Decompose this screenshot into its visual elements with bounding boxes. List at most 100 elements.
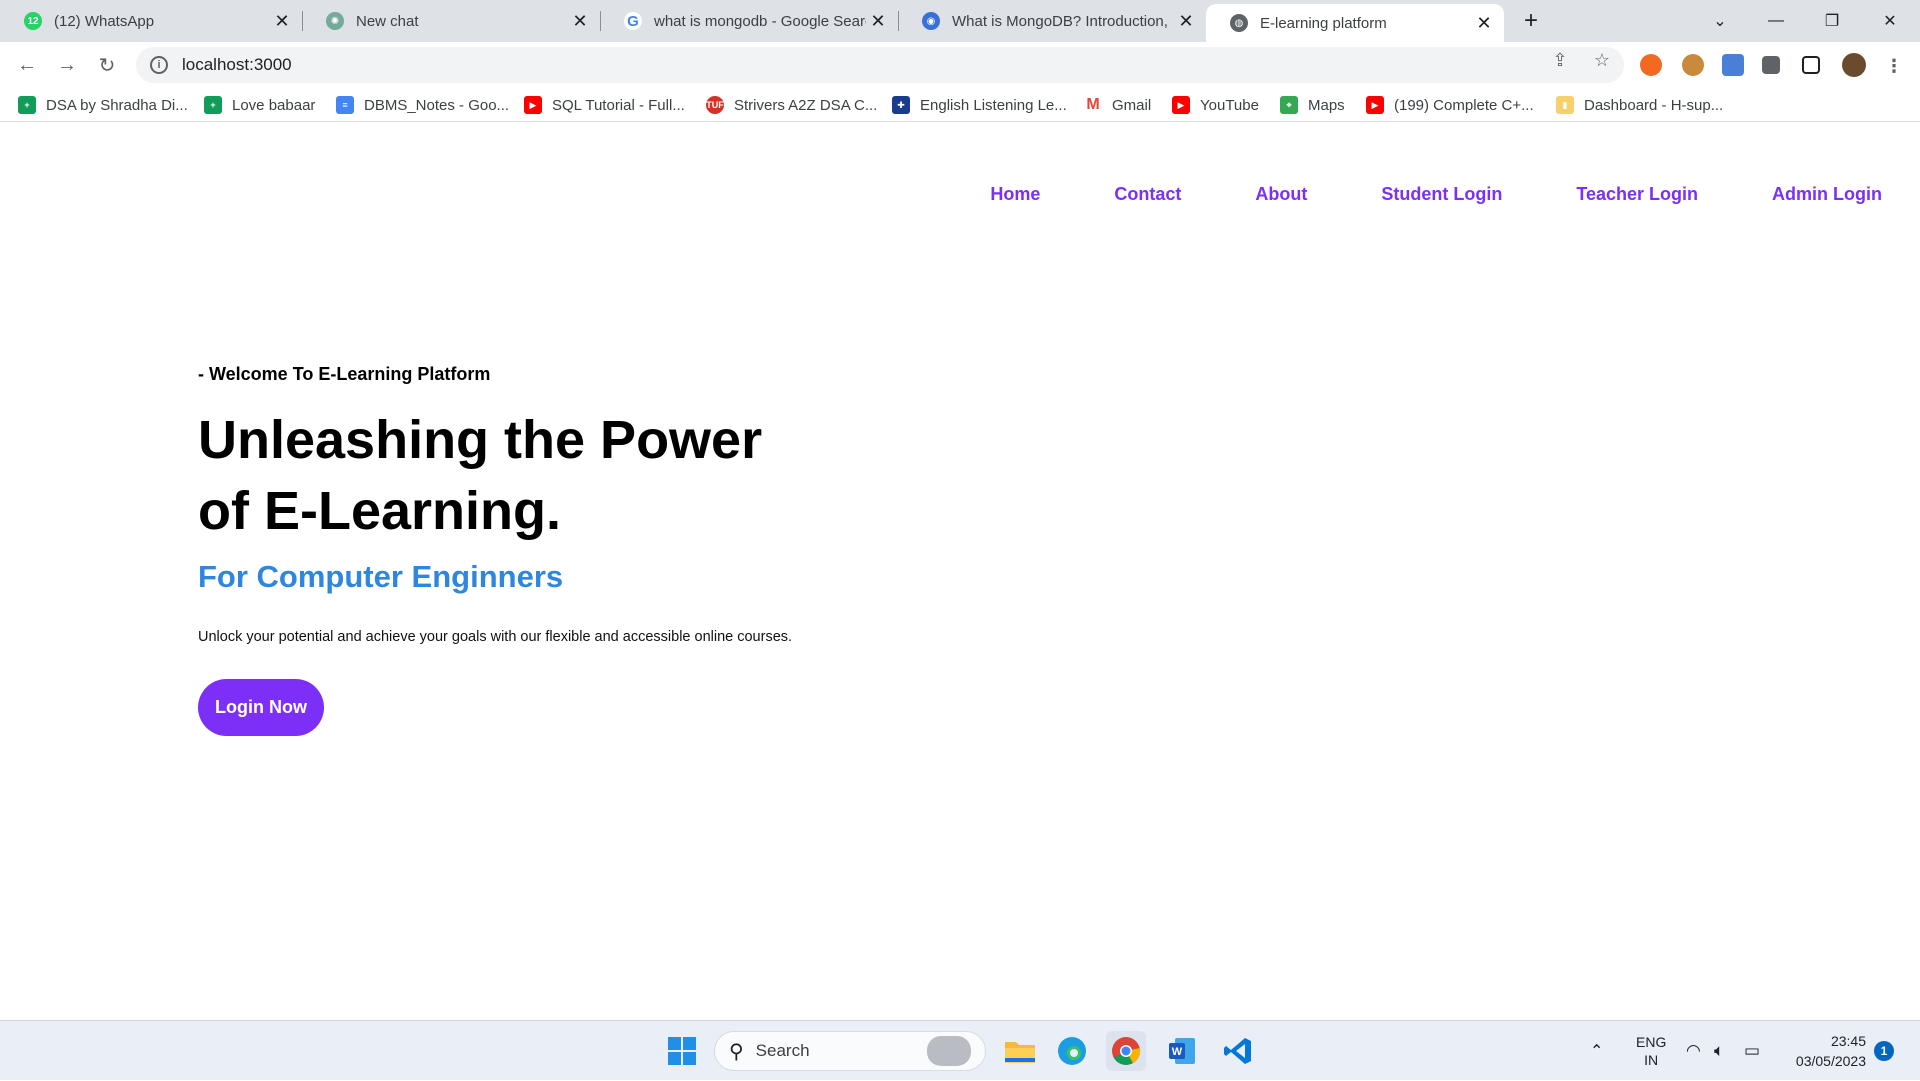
wifi-icon[interactable]: ◠ bbox=[1686, 1021, 1701, 1081]
hero-kicker: - Welcome To E-Learning Platform bbox=[198, 364, 491, 384]
tab-strip: 12 (12) WhatsApp ✕ ✺ New chat ✕ G what i… bbox=[0, 0, 1920, 42]
search-icon: ⚲ bbox=[729, 1040, 744, 1063]
cookie-extension-icon[interactable] bbox=[1682, 54, 1704, 76]
hero-section: - Welcome To E-Learning Platform Unleash… bbox=[198, 364, 798, 736]
bookmark-item[interactable]: ≡ DBMS_Notes - Goo... bbox=[336, 95, 509, 115]
kebab-menu-icon[interactable]: ⋮ bbox=[1884, 56, 1904, 76]
youtube-icon: ▶ bbox=[524, 96, 542, 114]
bookmark-label: Maps bbox=[1308, 96, 1345, 114]
extensions-puzzle-icon[interactable] bbox=[1762, 56, 1780, 74]
svg-text:W: W bbox=[1172, 1046, 1183, 1058]
tablet-extension-icon[interactable] bbox=[1722, 54, 1744, 76]
bookmarks-bar: + DSA by Shradha Di... + Love babaar ≡ D… bbox=[0, 88, 1920, 122]
nav-admin-login[interactable]: Admin Login bbox=[1772, 184, 1882, 205]
clock-time: 23:45 bbox=[1830, 1033, 1866, 1049]
whatsapp-icon: 12 bbox=[24, 12, 42, 30]
window-close-icon[interactable]: ✕ bbox=[1862, 0, 1918, 42]
tab-title: E-learning platform bbox=[1260, 14, 1387, 32]
start-windows-icon[interactable] bbox=[662, 1031, 702, 1071]
bookmark-item[interactable]: ✚ English Listening Le... bbox=[892, 95, 1067, 115]
forward-arrow-icon[interactable]: → bbox=[52, 50, 82, 80]
clock-date: 03/05/2023 bbox=[1795, 1053, 1866, 1069]
globe-icon: ◍ bbox=[1230, 14, 1248, 32]
bookmark-item[interactable]: + DSA by Shradha Di... bbox=[18, 95, 188, 115]
close-icon[interactable]: ✕ bbox=[866, 9, 890, 33]
notification-badge[interactable]: 1 bbox=[1874, 1021, 1894, 1081]
vscode-icon[interactable] bbox=[1218, 1031, 1258, 1071]
hero-subhead: For Computer Enginners bbox=[198, 559, 564, 594]
bookmark-label: Strivers A2Z DSA C... bbox=[734, 96, 878, 114]
tab-new-chat[interactable]: ✺ New chat ✕ bbox=[302, 0, 601, 42]
profile-avatar[interactable] bbox=[1842, 53, 1866, 77]
dashboard-icon: ▮ bbox=[1556, 96, 1574, 114]
region-code: IN bbox=[1644, 1052, 1659, 1068]
close-icon[interactable]: ✕ bbox=[1174, 9, 1198, 33]
close-icon[interactable]: ✕ bbox=[1472, 11, 1496, 35]
google-icon: G bbox=[624, 12, 642, 30]
bookmark-item[interactable]: ▮ Dashboard - H-sup... bbox=[1556, 95, 1723, 115]
file-explorer-icon[interactable] bbox=[1000, 1031, 1040, 1071]
bookmark-label: Gmail bbox=[1112, 96, 1152, 114]
back-arrow-icon[interactable]: ← bbox=[12, 50, 42, 80]
tab-elearning-platform[interactable]: ◍ E-learning platform ✕ bbox=[1206, 4, 1504, 42]
bookmark-star-icon[interactable]: ☆ bbox=[1592, 50, 1612, 70]
battery-icon[interactable]: ▭ bbox=[1744, 1021, 1760, 1081]
edge-browser-icon[interactable] bbox=[1052, 1031, 1092, 1071]
koala-search-highlight-icon bbox=[927, 1036, 971, 1066]
bookmark-label: DSA by Shradha Di... bbox=[46, 96, 188, 114]
restore-icon[interactable]: ❐ bbox=[1804, 0, 1860, 42]
maps-icon: ⌖ bbox=[1280, 96, 1298, 114]
tab-mongodb-intro[interactable]: ◉ What is MongoDB? Introduction, ✕ bbox=[898, 0, 1206, 42]
bookmark-item[interactable]: + Love babaar bbox=[204, 95, 315, 115]
bookmark-item[interactable]: ▶ (199) Complete C+... bbox=[1366, 95, 1534, 115]
nav-teacher-login[interactable]: Teacher Login bbox=[1576, 184, 1698, 205]
reload-icon[interactable]: ↻ bbox=[92, 50, 122, 80]
close-icon[interactable]: ✕ bbox=[568, 9, 592, 33]
tab-title: What is MongoDB? Introduction, bbox=[952, 12, 1168, 30]
extension-fox-icon[interactable] bbox=[1640, 54, 1662, 76]
taskbar-search[interactable]: ⚲ Search bbox=[714, 1031, 986, 1071]
address-bar[interactable]: i localhost:3000 bbox=[136, 47, 1624, 83]
language-indicator[interactable]: ENG IN bbox=[1636, 1021, 1666, 1081]
nav-home[interactable]: Home bbox=[990, 184, 1040, 205]
bookmark-label: DBMS_Notes - Goo... bbox=[364, 96, 510, 114]
docs-icon: ≡ bbox=[336, 96, 354, 114]
login-now-button[interactable]: Login Now bbox=[198, 679, 324, 736]
bookmark-item[interactable]: ▶ SQL Tutorial - Full... bbox=[524, 95, 685, 115]
minimize-icon[interactable]: — bbox=[1748, 0, 1804, 42]
uk-flag-icon: ✚ bbox=[892, 96, 910, 114]
windows-taskbar: ⚲ Search W ⌃ ENG IN ◠ 🔈︎ ▭ 23:45 03/05/2… bbox=[0, 1020, 1920, 1080]
new-tab-button[interactable]: + bbox=[1516, 6, 1546, 36]
webpage: Home Contact About Student Login Teacher… bbox=[0, 122, 1920, 1020]
taskbar-search-label: Search bbox=[755, 1041, 810, 1060]
clock[interactable]: 23:45 03/05/2023 bbox=[1786, 1021, 1866, 1081]
web-icon: ◉ bbox=[922, 12, 940, 30]
bookmark-item[interactable]: M Gmail bbox=[1084, 95, 1151, 115]
tab-title: (12) WhatsApp bbox=[54, 12, 155, 30]
nav-about[interactable]: About bbox=[1255, 184, 1307, 205]
youtube-icon: ▶ bbox=[1172, 96, 1190, 114]
tab-search-chevron-icon[interactable]: ⌄ bbox=[1692, 0, 1748, 42]
browser-toolbar: ← → ↻ i localhost:3000 ⇪ ☆ bbox=[0, 42, 1920, 88]
bookmark-item[interactable]: ▶ YouTube bbox=[1172, 95, 1259, 115]
bookmark-label: YouTube bbox=[1200, 96, 1259, 114]
tab-title: New chat bbox=[356, 12, 419, 30]
chrome-browser-icon[interactable] bbox=[1106, 1031, 1146, 1071]
gmail-icon: M bbox=[1084, 96, 1102, 114]
nav-student-login[interactable]: Student Login bbox=[1381, 184, 1502, 205]
side-panel-icon[interactable] bbox=[1802, 56, 1820, 74]
nav-contact[interactable]: Contact bbox=[1114, 184, 1181, 205]
word-icon[interactable]: W bbox=[1162, 1031, 1202, 1071]
bookmark-item[interactable]: TUF Strivers A2Z DSA C... bbox=[706, 95, 877, 115]
share-icon[interactable]: ⇪ bbox=[1550, 50, 1570, 70]
address-url[interactable]: localhost:3000 bbox=[182, 55, 292, 75]
bookmark-label: Dashboard - H-sup... bbox=[1584, 96, 1724, 114]
close-icon[interactable]: ✕ bbox=[270, 9, 294, 33]
sheets-icon: + bbox=[18, 96, 36, 114]
tab-whatsapp[interactable]: 12 (12) WhatsApp ✕ bbox=[0, 0, 303, 42]
tab-google-search[interactable]: G what is mongodb - Google Searc ✕ bbox=[600, 0, 899, 42]
site-info-icon[interactable]: i bbox=[150, 56, 168, 74]
bookmark-item[interactable]: ⌖ Maps bbox=[1280, 95, 1345, 115]
volume-icon[interactable]: 🔈︎ bbox=[1714, 1021, 1724, 1081]
show-hidden-icons-chevron-icon[interactable]: ⌃ bbox=[1590, 1021, 1603, 1081]
